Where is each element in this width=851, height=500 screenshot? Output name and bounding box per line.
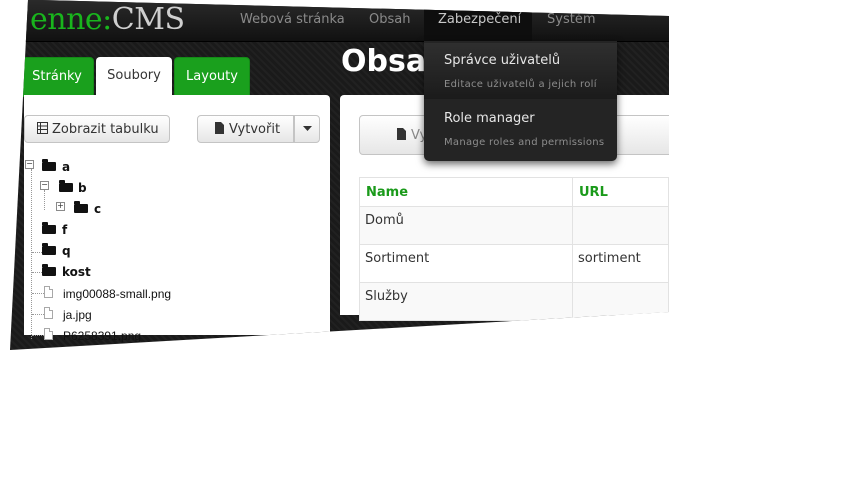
table-cell-url: sortiment [572, 244, 669, 283]
nav-item-content[interactable]: Obsah [369, 12, 410, 27]
folder-open-icon [59, 180, 73, 192]
tree-item-label: c [94, 202, 102, 216]
tree-item-label: a [62, 160, 71, 174]
tree-line [32, 293, 44, 294]
create-dropdown-toggle[interactable] [294, 115, 320, 143]
file-icon [44, 286, 53, 298]
tree-item-label: f [62, 223, 68, 237]
top-navbar: enne:CMS Webová stránka Obsah Zabezpečen… [10, 0, 669, 42]
nav-item-system[interactable]: Systém [547, 12, 595, 27]
table-icon [37, 122, 48, 134]
show-table-button[interactable]: Zobrazit tabulku [24, 115, 170, 143]
show-table-label: Zobrazit tabulku [52, 122, 159, 137]
menu-item-title: Správce uživatelů [444, 53, 561, 68]
create-label: Vytvořit [229, 122, 281, 137]
file-icon [215, 122, 224, 134]
table-cell-name: Domů [359, 206, 573, 245]
menu-item-title: Role manager [444, 111, 535, 126]
tree-item-label: q [62, 244, 71, 258]
tree-line [44, 190, 45, 210]
table-cell-name: Služby [359, 282, 573, 321]
tab-files[interactable]: Soubory [96, 57, 172, 96]
security-dropdown-menu: Správce uživatelů Editace uživatelů a je… [424, 41, 617, 161]
pages-table: Name URL Domů Sortiment sortiment Služby [359, 177, 669, 321]
folder-open-icon [42, 159, 56, 171]
brand-logo[interactable]: enne:CMS [30, 3, 185, 37]
tree-line [32, 335, 44, 336]
table-cell-url [572, 282, 669, 321]
menu-item-role-manager[interactable]: Role manager Manage roles and permission… [424, 101, 617, 157]
tree-item-label: b [78, 181, 87, 195]
file-icon [397, 128, 406, 140]
column-header-name[interactable]: Name [359, 177, 573, 207]
create-button[interactable]: Vytvořit [197, 115, 294, 143]
column-header-url[interactable]: URL [572, 177, 669, 207]
collapse-toggle-icon[interactable]: − [25, 160, 34, 169]
folder-icon [74, 201, 88, 213]
file-icon [44, 328, 53, 340]
folder-icon [42, 243, 56, 255]
tree-line [32, 314, 44, 315]
caret-down-icon [302, 126, 312, 131]
table-cell-name: Sortiment [359, 244, 573, 283]
nav-item-security[interactable]: Zabezpečení [438, 12, 521, 27]
tree-item-label: kost [62, 265, 91, 279]
tab-layouts[interactable]: Layouty [174, 57, 250, 97]
table-row[interactable]: Domů [359, 206, 669, 245]
tree-item-label: ja.jpg [63, 308, 92, 322]
folder-icon [42, 222, 56, 234]
app-window: enne:CMS Webová stránka Obsah Zabezpečen… [10, 0, 669, 350]
table-row[interactable]: Sortiment sortiment [359, 244, 669, 283]
files-panel: Zobrazit tabulku Vytvořit − a − b + c f … [24, 95, 330, 343]
tree-item-label: P6258391.png [63, 329, 142, 343]
nav-item-website[interactable]: Webová stránka [240, 12, 345, 27]
tab-pages[interactable]: Stránky [20, 57, 94, 97]
collapse-toggle-icon[interactable]: − [40, 181, 49, 190]
file-icon [44, 307, 53, 319]
menu-item-description: Editace uživatelů a jejich rolí [444, 79, 597, 90]
menu-item-description: Manage roles and permissions [444, 137, 605, 148]
brand-part2: CMS [111, 2, 185, 37]
table-cell-url [572, 206, 669, 245]
menu-item-user-manager[interactable]: Správce uživatelů Editace uživatelů a je… [424, 43, 617, 99]
table-row[interactable]: Služby [359, 282, 669, 321]
folder-icon [42, 264, 56, 276]
tree-item-label: img00088-small.png [63, 287, 172, 301]
table-header-row: Name URL [359, 177, 669, 207]
brand-part1: enne: [30, 2, 112, 37]
expand-toggle-icon[interactable]: + [56, 202, 65, 211]
